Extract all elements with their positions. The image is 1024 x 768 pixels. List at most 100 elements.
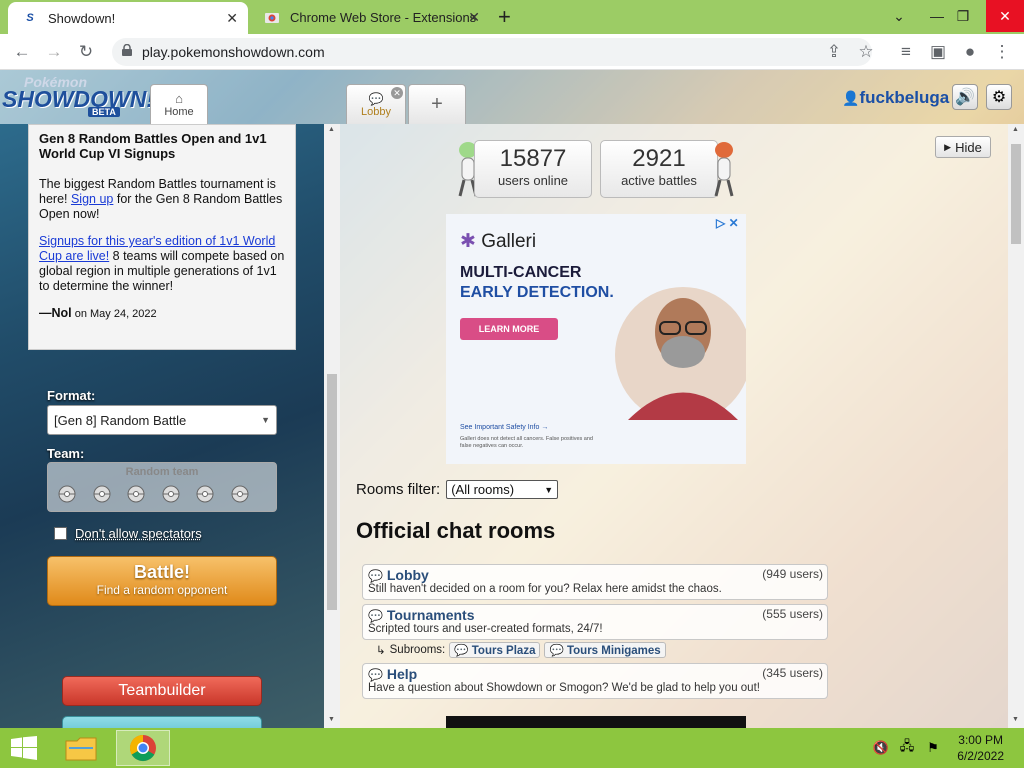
ps-tab-lobby[interactable]: 💬 Lobby ✕	[346, 84, 406, 124]
pokeball-icon	[162, 485, 180, 503]
ad-safety-link[interactable]: See Important Safety Info →	[460, 424, 548, 431]
hide-label: Hide	[955, 139, 982, 155]
teambuilder-button[interactable]: Teambuilder	[62, 676, 262, 706]
room-description: Still haven't decided on a room for you?…	[368, 583, 722, 595]
room-user-count: (555 users)	[762, 607, 823, 621]
browser-tab-strip: S Showdown! ✕ Chrome Web Store - Extensi…	[0, 0, 1024, 34]
scroll-down-icon[interactable]: ▼	[1012, 716, 1019, 723]
close-tab-icon[interactable]: ✕	[226, 10, 238, 27]
left-scroll-thumb[interactable]	[327, 374, 337, 610]
scroll-up-icon[interactable]: ▲	[328, 126, 335, 133]
action-center-icon[interactable]: ⚑	[922, 730, 944, 766]
username[interactable]: 👤fuckbeluga	[842, 88, 949, 108]
clock-time: 3:00 PM	[958, 733, 1003, 747]
news-paragraph-1: The biggest Random Battles tournament is…	[39, 177, 285, 222]
format-value: [Gen 8] Random Battle	[54, 412, 187, 428]
side-panel-icon[interactable]: ▣	[926, 40, 950, 64]
volume-muted-icon[interactable]: 🔇	[870, 730, 892, 766]
spectators-option[interactable]: Don't allow spectators	[54, 526, 202, 541]
spectators-checkbox[interactable]	[54, 527, 67, 540]
rooms-filter: Rooms filter: (All rooms) ▼	[356, 480, 559, 499]
dropdown-arrow-icon: ▼	[544, 484, 554, 495]
ladder-button[interactable]	[62, 716, 262, 728]
chat-bubble-icon: 💬	[368, 569, 383, 583]
room-lobby[interactable]: 💬 Lobby (949 users) Still haven't decide…	[362, 564, 828, 600]
hide-button[interactable]: ▶ Hide	[935, 136, 991, 158]
adchoices-icon[interactable]: ▷ ✕	[716, 216, 739, 230]
maximize-icon[interactable]: ❐	[946, 0, 980, 32]
subroom-arrow-icon: ↳	[376, 645, 386, 657]
news-paragraph-2: Signups for this year's edition of 1v1 W…	[39, 234, 285, 294]
users-online-stat[interactable]: 15877 users online	[474, 140, 592, 198]
chrome-taskbar-icon[interactable]	[116, 730, 170, 766]
logo-main-text: SHOWDOWN!	[2, 86, 155, 112]
showdown-logo[interactable]: Pokémon SHOWDOWN! BETA	[2, 74, 154, 118]
subroom-name: Tours Minigames	[566, 645, 661, 657]
showdown-favicon-icon: S	[26, 12, 34, 24]
back-icon[interactable]: ←	[10, 40, 34, 64]
room-help[interactable]: 💬 Help (345 users) Have a question about…	[362, 663, 828, 699]
pokeball-icon	[196, 485, 214, 503]
subroom-tours-minigames[interactable]: 💬 Tours Minigames	[544, 642, 666, 658]
clock-date: 6/2/2022	[957, 749, 1004, 763]
tab-search-icon[interactable]: ⌄	[882, 0, 916, 32]
news-date: on May 24, 2022	[74, 308, 157, 320]
file-explorer-icon[interactable]	[60, 730, 102, 766]
ad-headline-1: MULTI-CANCER	[460, 264, 582, 281]
signup-link[interactable]: Sign up	[71, 192, 113, 206]
system-clock[interactable]: 3:00 PM 6/2/2022	[957, 732, 1004, 764]
advertisement[interactable]: ▷ ✕ ✱ Galleri MULTI-CANCER EARLY DETECTI…	[446, 214, 746, 464]
address-bar[interactable]: play.pokemonshowdown.com	[112, 38, 872, 66]
tab-title: Showdown!	[48, 10, 116, 26]
reload-icon[interactable]: ↻	[74, 40, 98, 64]
main-panel: ▶ Hide 15877 users online 2921 active ba…	[340, 124, 1024, 728]
windows-start-icon[interactable]	[4, 730, 44, 766]
team-select[interactable]: Random team	[47, 462, 277, 512]
forward-icon[interactable]: →	[42, 40, 66, 64]
asterisk-icon: ✱	[460, 231, 476, 252]
ps-tab-lobby-label: Lobby	[361, 105, 391, 118]
format-select[interactable]: [Gen 8] Random Battle ▼	[47, 405, 277, 435]
subroom-tours-plaza[interactable]: 💬 Tours Plaza	[449, 642, 541, 658]
ps-tab-home[interactable]: ⌂ Home	[150, 84, 208, 124]
second-advertisement[interactable]	[446, 716, 746, 728]
main-scrollbar[interactable]: ▲ ▼	[1008, 124, 1024, 728]
profile-icon[interactable]: ●	[958, 40, 982, 64]
bookmark-star-icon[interactable]: ☆	[854, 40, 878, 64]
room-name: Help	[386, 666, 418, 682]
reading-list-icon[interactable]: ≡	[894, 40, 918, 64]
battle-button[interactable]: Battle! Find a random opponent	[47, 556, 277, 606]
room-tournaments[interactable]: 💬 Tournaments (555 users) Scripted tours…	[362, 604, 828, 640]
ps-add-tab-button[interactable]: +	[408, 84, 466, 124]
close-window-icon[interactable]: ✕	[986, 0, 1024, 32]
browser-tab-showdown[interactable]: S Showdown! ✕	[8, 2, 248, 34]
new-tab-button[interactable]: +	[498, 4, 511, 30]
close-room-icon[interactable]: ✕	[391, 87, 403, 99]
rooms-filter-select[interactable]: (All rooms) ▼	[446, 480, 559, 499]
menu-icon[interactable]: ⋮	[990, 40, 1014, 64]
scroll-up-icon[interactable]: ▲	[1012, 126, 1019, 133]
pokeball-icon	[93, 485, 111, 503]
news-title: Gen 8 Random Battles Open and 1v1 World …	[39, 131, 267, 161]
sound-icon[interactable]: 🔊	[952, 84, 978, 110]
room-user-count: (949 users)	[762, 567, 823, 581]
users-online-label: users online	[497, 173, 569, 188]
room-name: Tournaments	[386, 607, 475, 623]
room-user-count: (345 users)	[762, 666, 823, 680]
main-scroll-thumb[interactable]	[1011, 144, 1021, 244]
taskbar: 🔇 🖧 ⚑ 3:00 PM 6/2/2022	[0, 728, 1024, 768]
logo-badge: BETA	[88, 107, 120, 117]
scroll-down-icon[interactable]: ▼	[328, 716, 335, 723]
share-icon[interactable]: ⇪	[822, 40, 846, 64]
network-icon[interactable]: 🖧	[896, 730, 918, 766]
battle-button-label: Battle!	[133, 562, 190, 582]
spectators-label: Don't allow spectators	[75, 526, 202, 541]
team-value: Random team	[125, 466, 199, 478]
browser-tab-webstore[interactable]: Chrome Web Store - Extensions ✕	[250, 0, 490, 34]
gear-icon[interactable]: ⚙	[986, 84, 1012, 110]
active-battles-stat[interactable]: 2921 active battles	[600, 140, 718, 198]
ad-learn-more-button[interactable]: LEARN MORE	[460, 318, 558, 340]
room-name: Lobby	[386, 567, 429, 583]
left-scrollbar[interactable]: ▲ ▼	[324, 124, 340, 728]
close-tab-icon[interactable]: ✕	[468, 9, 480, 26]
